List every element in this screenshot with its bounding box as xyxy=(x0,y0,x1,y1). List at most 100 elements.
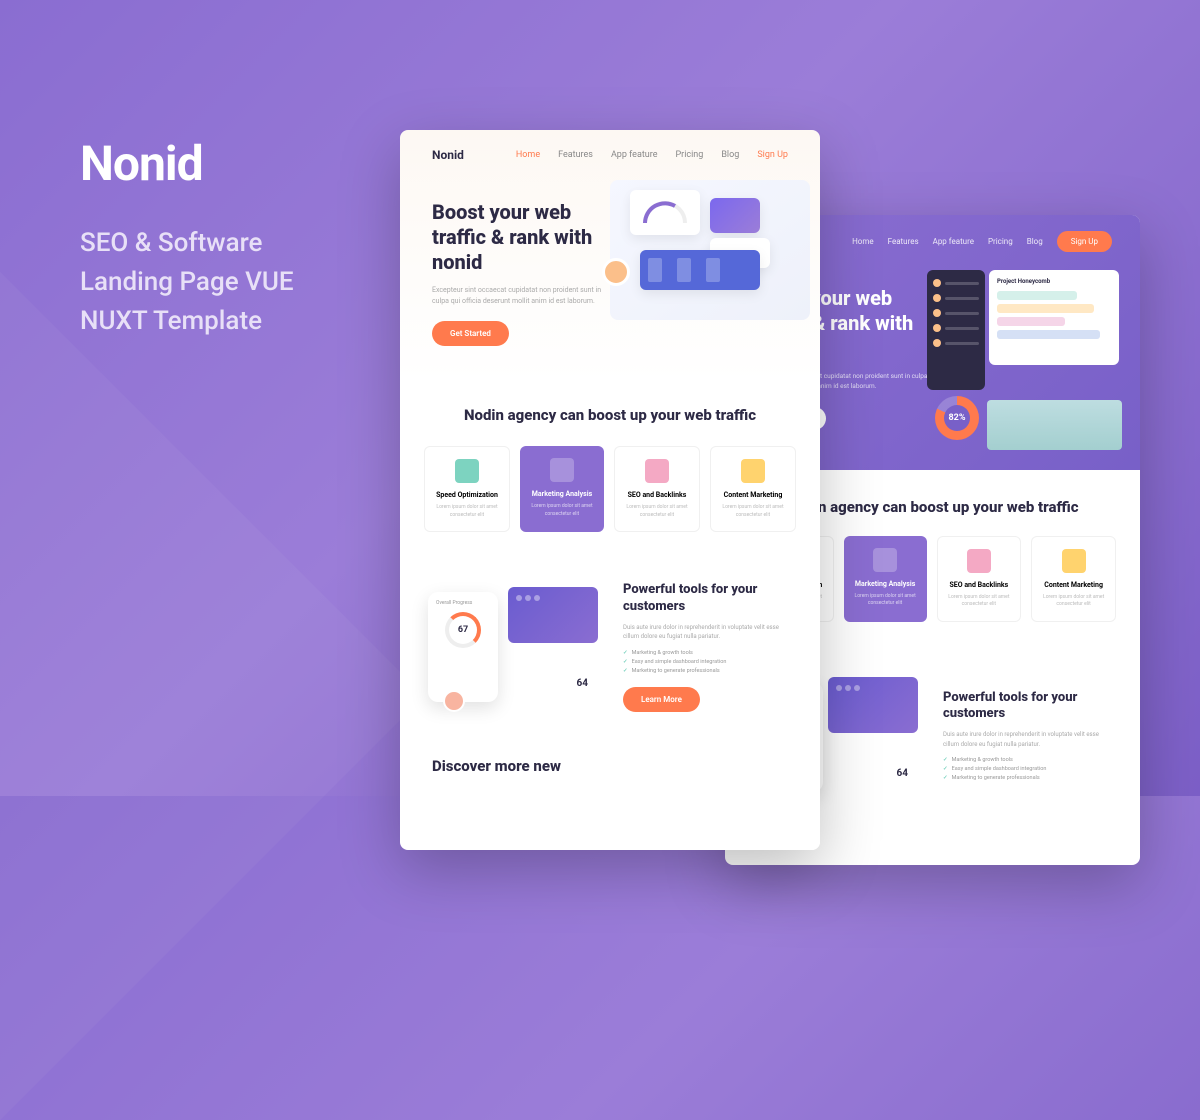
card-desc: Lorem ipsum dolor sit amet consectetur e… xyxy=(719,504,787,519)
card-title: Content Marketing xyxy=(1040,581,1107,589)
donut-percent: 82% xyxy=(949,413,966,423)
hero-illustration xyxy=(610,180,810,320)
seo-icon xyxy=(645,459,669,483)
dashboard-panel: Project Honeycomb xyxy=(989,270,1119,365)
dot-icon xyxy=(525,595,531,601)
nav-signup[interactable]: Sign Up xyxy=(757,150,788,160)
credit-card-graphic xyxy=(508,587,598,643)
card-title: Marketing Analysis xyxy=(852,580,919,588)
stat-row: 64 xyxy=(897,768,908,779)
tools-illustration: Overall Progress 67 64 xyxy=(428,587,603,707)
dot-icon xyxy=(516,595,522,601)
bar-icon xyxy=(706,258,720,282)
card-seo[interactable]: SEO and BacklinksLorem ipsum dolor sit a… xyxy=(937,536,1022,622)
card-dots xyxy=(836,685,910,691)
hero-desc: Excepteur sint occaecat cupidatat non pr… xyxy=(432,285,612,307)
card-content[interactable]: Content MarketingLorem ipsum dolor sit a… xyxy=(1031,536,1116,622)
nav-logo[interactable]: Nonid xyxy=(432,148,464,162)
avatar-icon xyxy=(933,324,941,332)
card-desc: Lorem ipsum dolor sit amet consectetur e… xyxy=(433,504,501,519)
bar-icon xyxy=(677,258,691,282)
dot-icon xyxy=(845,685,851,691)
dot-icon xyxy=(836,685,842,691)
dashboard-sidebar xyxy=(927,270,985,390)
sidebar-row xyxy=(933,308,979,318)
task-bar xyxy=(997,304,1094,313)
nav-app[interactable]: App feature xyxy=(933,237,974,246)
nav-app[interactable]: App feature xyxy=(611,150,658,160)
card-content[interactable]: Content Marketing Lorem ipsum dolor sit a… xyxy=(710,446,796,532)
dot-icon xyxy=(534,595,540,601)
gauge-card xyxy=(630,190,700,235)
nav-features[interactable]: Features xyxy=(558,150,593,160)
avatar-icon xyxy=(933,339,941,347)
promo-line-1: SEO & Software xyxy=(80,224,294,263)
content-icon xyxy=(741,459,765,483)
task-bar xyxy=(997,330,1100,339)
hero-title: Boost your web traffic & rank with nonid xyxy=(432,200,622,275)
tools-text: Powerful tools for your customers Duis a… xyxy=(943,690,1112,785)
analysis-icon xyxy=(550,458,574,482)
nav-signup-button[interactable]: Sign Up xyxy=(1057,231,1112,252)
hero-section: Boost your web traffic & rank with nonid… xyxy=(400,180,820,376)
avatar-icon xyxy=(933,309,941,317)
promo-line-3: NUXT Template xyxy=(80,302,294,341)
tools-section: Overall Progress 67 64 Powerful tools fo… xyxy=(400,562,820,732)
sidebar-row xyxy=(933,338,979,348)
small-purple-card xyxy=(710,198,760,233)
small-avatar-icon xyxy=(443,690,465,712)
speed-icon xyxy=(455,459,479,483)
nav-home[interactable]: Home xyxy=(516,150,540,160)
check-item: Marketing & growth tools xyxy=(943,757,1112,763)
discover-title: Discover more new xyxy=(400,732,820,775)
learn-more-button[interactable]: Learn More xyxy=(623,687,700,712)
nav-features[interactable]: Features xyxy=(888,237,919,246)
card-seo[interactable]: SEO and BacklinksLorem ipsum dolor sit a… xyxy=(614,446,700,532)
line-icon xyxy=(945,312,979,315)
promo-line-2: Landing Page VUE xyxy=(80,263,294,302)
task-bar xyxy=(997,291,1077,300)
dot-icon xyxy=(854,685,860,691)
promo-logo: Nonid xyxy=(80,135,294,192)
nav-blog[interactable]: Blog xyxy=(1027,237,1043,246)
card-title: Speed Optimization xyxy=(433,491,501,499)
sidebar-row xyxy=(933,278,979,288)
line-icon xyxy=(945,342,979,345)
card-marketing[interactable]: Marketing AnalysisLorem ipsum dolor sit … xyxy=(844,536,927,622)
avatar-icon xyxy=(933,294,941,302)
bar-icon xyxy=(648,258,662,282)
nav-bar: Nonid Home Features App feature Pricing … xyxy=(400,130,820,180)
background-shape xyxy=(0,272,424,1120)
nav-home[interactable]: Home xyxy=(852,237,874,246)
stat-row: 64 xyxy=(577,678,588,689)
nav-pricing[interactable]: Pricing xyxy=(988,237,1013,246)
tools-desc: Duis aute irure dolor in reprehenderit i… xyxy=(943,730,1112,749)
panel-title: Project Honeycomb xyxy=(997,278,1111,285)
credit-card-graphic xyxy=(828,677,918,733)
nav-pricing[interactable]: Pricing xyxy=(675,150,703,160)
hero-cta-button[interactable]: Get Started xyxy=(432,321,509,346)
feature-cards: Speed Optimization Lorem ipsum dolor sit … xyxy=(400,446,820,562)
card-title: SEO and Backlinks xyxy=(623,491,691,499)
card-marketing[interactable]: Marketing Analysis Lorem ipsum dolor sit … xyxy=(520,446,604,532)
tools-desc: Duis aute irure dolor in reprehenderit i… xyxy=(623,623,792,642)
dashboard-mockup: Project Honeycomb 82% xyxy=(927,270,1122,420)
analysis-icon xyxy=(873,548,897,572)
check-item: Marketing & growth tools xyxy=(623,650,792,656)
nav-blog[interactable]: Blog xyxy=(721,150,739,160)
blue-strip-card xyxy=(640,250,760,290)
progress-ring: 67 xyxy=(445,612,481,648)
card-title: Marketing Analysis xyxy=(528,490,596,498)
tools-title: Powerful tools for your customers xyxy=(943,690,1112,723)
tools-title: Powerful tools for your customers xyxy=(623,582,792,615)
card-speed[interactable]: Speed Optimization Lorem ipsum dolor sit … xyxy=(424,446,510,532)
check-item: Marketing to generate professionals xyxy=(623,668,792,674)
promo-block: Nonid SEO & Software Landing Page VUE NU… xyxy=(80,135,294,341)
card-title: Content Marketing xyxy=(719,491,787,499)
wave-chart xyxy=(987,400,1122,450)
avatar-icon xyxy=(933,279,941,287)
card-desc: Lorem ipsum dolor sit amet consectetur e… xyxy=(528,503,596,518)
check-item: Marketing to generate professionals xyxy=(943,775,1112,781)
card-desc: Lorem ipsum dolor sit amet consectetur e… xyxy=(946,594,1013,609)
tools-text: Powerful tools for your customers Duis a… xyxy=(623,582,792,712)
